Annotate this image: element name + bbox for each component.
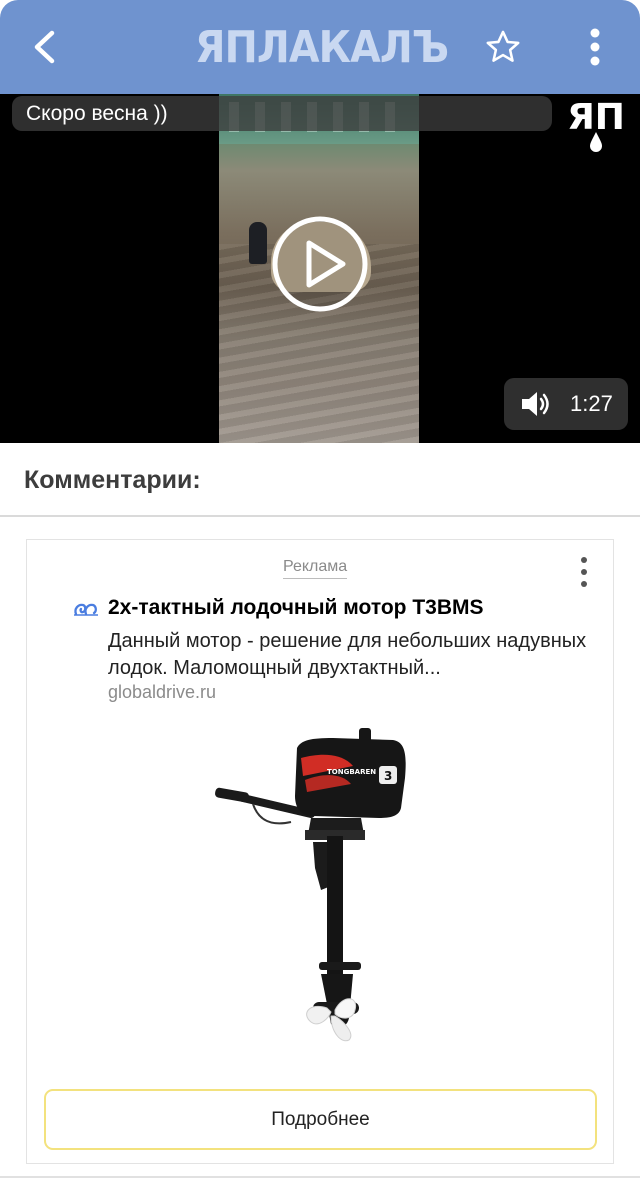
- yp-watermark: ЯП: [562, 96, 630, 154]
- speaker-icon[interactable]: [520, 389, 554, 419]
- ad-label: Реклама: [283, 558, 348, 579]
- more-options-button[interactable]: [570, 22, 620, 72]
- ad-details-button[interactable]: Подробнее: [44, 1089, 597, 1150]
- video-duration: 1:27: [570, 391, 613, 416]
- ad-card: Реклама 2х-тактный лодочный мотор T3BMS …: [26, 539, 614, 1164]
- more-vertical-icon: [590, 28, 600, 66]
- chevron-left-icon: [34, 30, 55, 64]
- back-button[interactable]: [20, 22, 70, 72]
- ad-menu-button[interactable]: [572, 554, 596, 590]
- svg-text:3: 3: [384, 769, 392, 783]
- play-button[interactable]: [271, 215, 369, 313]
- svg-text:TONGBAREN: TONGBAREN: [327, 768, 376, 776]
- ad-product-image[interactable]: TONGBAREN 3: [193, 718, 445, 1080]
- yp-logo-icon: ЯП: [567, 97, 625, 152]
- bottom-divider: [0, 1176, 640, 1178]
- volume-duration-control: 1:27: [504, 378, 628, 430]
- star-outline-icon: [486, 30, 520, 62]
- advertiser-logo-icon: [74, 603, 98, 616]
- thumbnail-person: [249, 222, 267, 264]
- svg-text:ЯП: ЯП: [567, 97, 625, 138]
- top-app-bar: ЯПЛАКАЛЪ: [0, 0, 640, 94]
- play-icon: [272, 216, 368, 312]
- section-divider: [0, 515, 640, 517]
- ad-description: Данный мотор - решение для небольших над…: [108, 630, 587, 679]
- favorite-button[interactable]: [478, 22, 528, 72]
- site-logo[interactable]: ЯПЛАКАЛЪ: [182, 21, 462, 73]
- logo-text: ЯПЛАКАЛЪ: [195, 21, 449, 73]
- comments-heading: Комментарии:: [24, 466, 201, 494]
- outboard-motor-image: TONGBAREN 3: [215, 728, 406, 1042]
- more-vertical-icon: [581, 557, 587, 587]
- video-caption-text: Скоро весна )): [26, 101, 168, 125]
- video-caption: Скоро весна )): [12, 96, 552, 131]
- ad-domain-link[interactable]: globaldrive.ru: [108, 682, 216, 703]
- page: ЯПЛАКАЛЪ Скоро весна )) ЯП 1:27 Коммента…: [0, 0, 640, 1180]
- ad-title-link[interactable]: 2х-тактный лодочный мотор T3BMS: [108, 596, 484, 620]
